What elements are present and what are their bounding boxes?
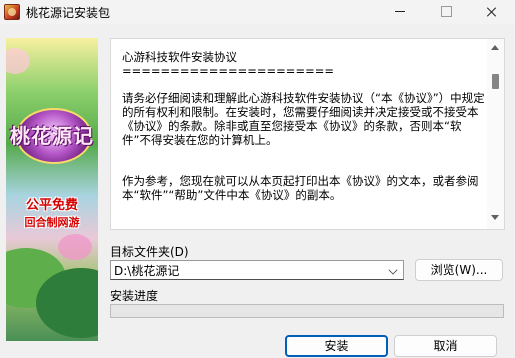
install-button[interactable]: 安装	[285, 335, 388, 357]
target-folder-label: 目标文件夹(D)	[110, 245, 189, 259]
game-banner-image: 桃花源记 公平免费 回合制网游	[6, 38, 98, 341]
app-icon	[4, 4, 20, 20]
close-button[interactable]	[469, 0, 515, 24]
banner-slogan-line2: 回合制网游	[24, 216, 80, 229]
minimize-button[interactable]	[377, 0, 423, 24]
install-progress-label: 安装进度	[110, 289, 159, 303]
scroll-up-arrow-icon[interactable]	[491, 45, 499, 50]
window-title: 桃花源记安装包	[26, 6, 111, 20]
banner-slogan-line1: 公平免费	[25, 198, 78, 213]
chevron-down-icon[interactable]	[388, 265, 398, 275]
cancel-button[interactable]: 取消	[394, 335, 497, 357]
scroll-thumb[interactable]	[492, 74, 499, 89]
banner-blossom-decoration	[58, 234, 92, 260]
title-bar: 桃花源记安装包	[0, 0, 515, 24]
target-folder-combobox[interactable]	[110, 260, 404, 280]
banner-blossom-decoration	[6, 48, 30, 74]
install-progress-bar	[110, 304, 504, 318]
maximize-button[interactable]	[423, 0, 469, 24]
target-folder-input[interactable]	[114, 261, 384, 279]
browse-button[interactable]: 浏览(W)...	[415, 259, 503, 281]
scroll-down-arrow-icon[interactable]	[491, 215, 499, 220]
license-scrollbar[interactable]	[487, 39, 504, 229]
license-text: 心游科技软件安装协议 ====================== 请务必仔细阅…	[122, 50, 485, 202]
game-logo: 桃花源记	[10, 124, 94, 148]
license-agreement-textbox[interactable]: 心游科技软件安装协议 ====================== 请务必仔细阅…	[110, 38, 505, 230]
